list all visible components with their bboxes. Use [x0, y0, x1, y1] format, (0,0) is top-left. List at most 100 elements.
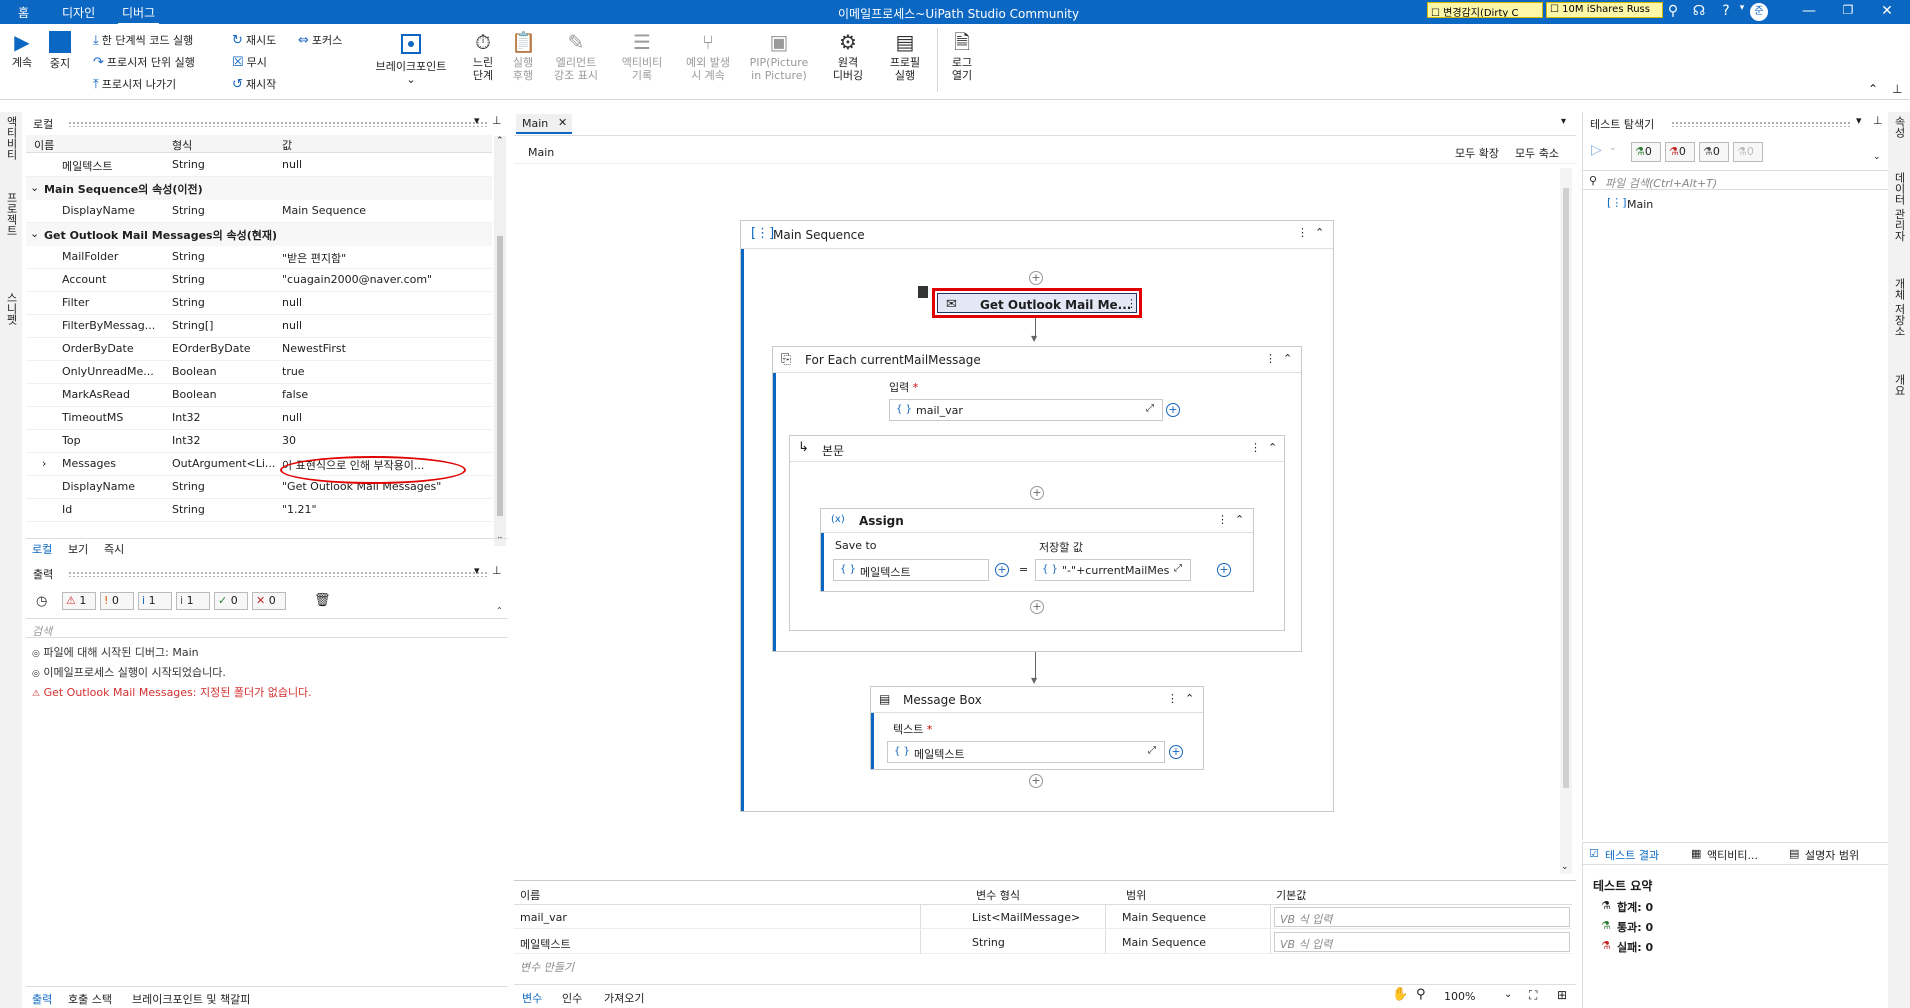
tab-output[interactable]: 출력 [32, 991, 52, 1007]
body-container[interactable]: ↳ 본문 ⋮ ⌃ + (x) Assign ⋮ ⌃ Save to 저장할 값 … [789, 435, 1285, 631]
locals-row[interactable]: Account String "cuagain2000@naver.com" [26, 269, 492, 292]
expand-editor-icon[interactable]: ⤢ [1174, 563, 1182, 574]
add-variable-icon[interactable]: + [995, 563, 1009, 577]
clock-icon[interactable]: ◷ [36, 594, 47, 609]
more-icon[interactable]: ⋮ [1126, 297, 1137, 310]
collapse-ribbon-icon[interactable]: ⌃ [1868, 82, 1878, 96]
test-search[interactable]: ⚲ 파일 검색(Ctrl+Alt+T) [1583, 170, 1889, 190]
panel-dropdown-icon[interactable]: ▾ [474, 564, 480, 577]
foreach-input-field[interactable]: { } mail_var ⤢ [889, 399, 1163, 421]
assign-value-field[interactable]: { } "-"+currentMailMessa ⤢ [1035, 559, 1191, 581]
add-activity-icon[interactable]: + [1029, 271, 1043, 285]
scroll-thumb[interactable] [497, 236, 503, 516]
close-icon[interactable]: ✕ [1878, 3, 1896, 21]
locals-row[interactable]: DisplayName String Main Sequence [26, 200, 492, 223]
log-activities-button[interactable]: ☰ 액티비티 기록 [612, 30, 672, 82]
run-dropdown-icon[interactable]: ⌄ [1609, 143, 1617, 153]
step-out-button[interactable]: ⤒ 프로시저 나가기 [93, 76, 176, 92]
checkbox-dirty[interactable]: ☐ 변경감지(Dirty C [1427, 2, 1543, 18]
hand-icon[interactable]: ✋ [1392, 987, 1408, 1002]
warning-filter[interactable]: ! 0 [100, 592, 134, 610]
verbose-filter[interactable]: ✓ 0 [214, 592, 248, 610]
collapse-chevron-icon[interactable]: ⌄ [30, 227, 39, 240]
breadcrumb[interactable]: Main [528, 146, 554, 159]
more-icon[interactable]: ⋮ [1167, 692, 1178, 705]
locals-row[interactable]: Top Int32 30 [26, 430, 492, 453]
output-line[interactable]: ◎ 이메일프로세스 실행이 시작되었습니다. [32, 664, 502, 684]
output-line[interactable]: ◎ 파일에 대해 시작된 디버그: Main [32, 644, 502, 664]
data-manager-side-tab[interactable]: 데이터 관리자 [1891, 172, 1907, 242]
collapse-icon[interactable]: ⌃ [1315, 226, 1324, 239]
tab-activity-coverage[interactable]: 액티비티... [1707, 847, 1758, 863]
step-over-button[interactable]: ↷ 프로시저 단위 실행 [93, 54, 195, 70]
tab-call-stack[interactable]: 호출 스택 [68, 991, 112, 1007]
breakpoints-button[interactable]: 브레이크포인트 ⌄ [368, 32, 454, 86]
tab-debug[interactable]: 디버그 [117, 4, 160, 25]
feedback-icon[interactable]: ☊ [1690, 3, 1708, 21]
tab-variables[interactable]: 변수 [522, 990, 542, 1006]
add-activity-icon[interactable]: + [1030, 486, 1044, 500]
overview-icon[interactable]: ⊞ [1557, 988, 1567, 1002]
locals-row[interactable]: Filter String null [26, 292, 492, 315]
add-variable-icon[interactable]: + [1217, 563, 1231, 577]
msgbox-text-field[interactable]: { } 메일텍스트 ⤢ [887, 741, 1165, 763]
locals-row[interactable]: Id String "1.21" [26, 499, 492, 522]
zoom-icon[interactable]: ⚲ [1416, 987, 1426, 1002]
variable-row[interactable]: mail_var List<MailMessage> Main Sequence VB… [514, 905, 1572, 929]
tab-home[interactable]: 홈 [18, 4, 29, 21]
properties-side-tab[interactable]: 속성 [1891, 116, 1907, 138]
tab-design[interactable]: 디자인 [62, 4, 95, 21]
scroll-thumb[interactable] [1563, 188, 1569, 788]
stop-button[interactable]: 중지 [44, 30, 76, 70]
tab-imports[interactable]: 가져오기 [604, 990, 644, 1006]
zoom-dropdown-icon[interactable]: ⌄ [1504, 989, 1512, 1000]
add-activity-icon[interactable]: + [1029, 774, 1043, 788]
collapse-icon[interactable]: ⌃ [1185, 692, 1194, 705]
locals-row[interactable]: TimeoutMS Int32 null [26, 407, 492, 430]
output-line[interactable]: ⚠ Get Outlook Mail Messages: 지정된 폴더가 없습니… [32, 684, 502, 704]
tab-watch[interactable]: 보기 [68, 541, 88, 557]
more-icon[interactable]: ⋮ [1297, 226, 1308, 239]
open-logs-button[interactable]: 🗎 로그 열기 [944, 30, 980, 82]
not-run-filter[interactable]: ⚗0 [1699, 142, 1729, 162]
panel-dropdown-icon[interactable]: ▾ [474, 114, 480, 127]
tab-locals[interactable]: 로컬 [32, 541, 52, 557]
more-icon[interactable]: ⋮ [1250, 441, 1261, 454]
activities-side-tab[interactable]: 액티비티 [3, 116, 19, 160]
snippets-side-tab[interactable]: 스니펫 [3, 292, 19, 325]
add-variable-icon[interactable]: + [1169, 745, 1183, 759]
variable-row[interactable]: 메일텍스트 String Main Sequence VB 식 입력 [514, 930, 1572, 954]
get-outlook-activity[interactable]: ✉ Get Outlook Mail Me... ⋮ [932, 288, 1142, 318]
tab-dropdown-icon[interactable]: ▾ [1561, 116, 1566, 127]
run-tests-icon[interactable]: ▷ [1591, 142, 1602, 158]
restore-icon[interactable]: ❐ [1839, 3, 1857, 21]
create-variable-button[interactable]: 변수 만들기 [520, 959, 574, 975]
test-tree-main[interactable]: Main [1627, 198, 1653, 211]
error-filter[interactable]: ⚠ 1 [62, 592, 96, 610]
locals-row[interactable]: OnlyUnreadMe... Boolean true [26, 361, 492, 384]
locals-row[interactable]: OrderByDate EOrderByDate NewestFirst [26, 338, 492, 361]
more-icon[interactable]: ⋮ [1265, 352, 1276, 365]
collapse-icon[interactable]: ⌃ [1235, 513, 1244, 526]
fatal-filter[interactable]: ✕ 0 [252, 592, 286, 610]
highlight-button[interactable]: ✎ 엘리먼트 강조 표시 [548, 30, 604, 82]
step-into-button[interactable]: ⤓ 한 단계씩 코드 실행 [93, 32, 193, 48]
help-dropdown-icon[interactable]: ▾ [1733, 3, 1751, 21]
locals-row[interactable]: MarkAsRead Boolean false [26, 384, 492, 407]
trash-icon[interactable]: 🗑 [314, 593, 331, 608]
avatar[interactable]: 준터 [1750, 3, 1768, 35]
close-tab-icon[interactable]: ✕ [558, 116, 567, 129]
designer-scrollbar[interactable]: ⌄ [1560, 168, 1572, 874]
doc-tab-main[interactable]: Main ✕ [516, 114, 572, 134]
expand-all-button[interactable]: 모두 확장 [1455, 145, 1499, 161]
message-box-activity[interactable]: ▤ Message Box ⋮ ⌃ 텍스트 * { } 메일텍스트 ⤢ + [870, 686, 1204, 770]
project-side-tab[interactable]: 프로젝트 [3, 192, 19, 236]
panel-pin-icon[interactable]: ⊥ [1873, 114, 1883, 127]
focus-button[interactable]: ⇔ 포커스 [298, 32, 342, 48]
minimize-icon[interactable]: — [1800, 3, 1818, 21]
collapse-all-button[interactable]: 모두 축소 [1515, 145, 1559, 161]
collapse-icon[interactable]: ⌃ [1268, 441, 1277, 454]
tab-test-results[interactable]: 테스트 결과 [1605, 847, 1659, 863]
trace-filter[interactable]: i 1 [176, 592, 210, 610]
info-filter[interactable]: i 1 [138, 592, 172, 610]
